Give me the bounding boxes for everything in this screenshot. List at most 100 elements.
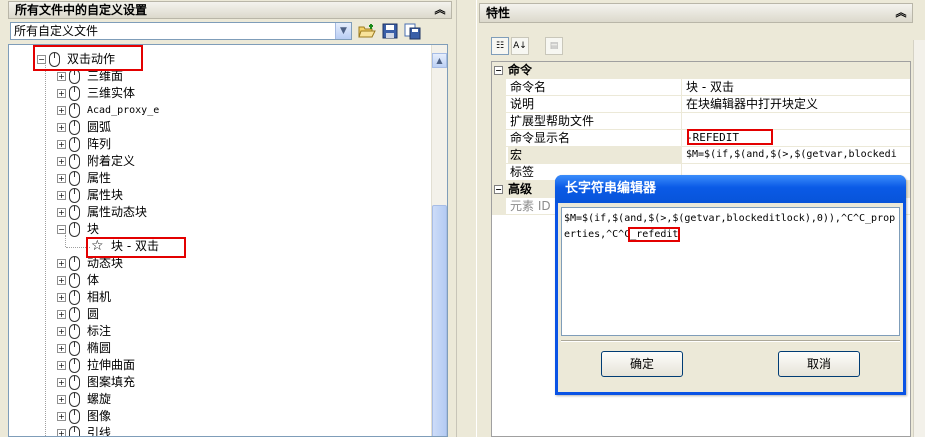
mouse-icon [69, 426, 80, 436]
mouse-icon [69, 324, 80, 339]
mouse-icon [69, 392, 80, 407]
scroll-up-icon[interactable]: ▲ [432, 53, 447, 68]
expand-icon[interactable]: + [57, 344, 66, 353]
tree-node-label: 圆 [87, 307, 100, 321]
panel-splitter[interactable] [456, 0, 476, 437]
tree-node-label: 属性动态块 [87, 205, 148, 219]
collapse-chevron-icon[interactable]: ︽ [433, 3, 447, 17]
property-key: 说明 [508, 96, 682, 113]
properties-title: 特性 [486, 6, 511, 20]
customization-file-select[interactable]: 所有自定义文件 ▼ [10, 22, 352, 40]
customization-tree[interactable]: − 双击动作 + 三维面 + 三维实体 + Acad_proxy_e + 圆弧 + 阵列 … [8, 44, 448, 437]
tree-scrollbar[interactable]: ▲ [431, 45, 447, 436]
macro-highlight-text: _refedit [628, 227, 681, 242]
expand-icon[interactable]: + [57, 259, 66, 268]
mouse-icon [69, 341, 80, 356]
property-pages-icon[interactable]: ▤ [545, 37, 563, 55]
macro-text: $M=$(if,$(and,$(>,$(getvar,blockeditlock… [564, 213, 896, 240]
expand-icon[interactable]: + [57, 310, 66, 319]
tree-node-label: 阵列 [87, 137, 112, 151]
highlight-box [687, 129, 773, 145]
mouse-icon [69, 137, 80, 152]
mouse-icon [69, 256, 80, 271]
expand-icon[interactable]: + [57, 208, 66, 217]
customizations-title: 所有文件中的自定义设置 [15, 3, 148, 17]
tree-node-label: 圆弧 [87, 120, 112, 134]
category-label: 命令 [508, 63, 533, 77]
tree-node-label: Acad_proxy_e [87, 105, 160, 116]
property-value[interactable]: 在块编辑器中打开块定义 [683, 96, 910, 113]
property-value[interactable]: $M=$(if,$(and,$(>,$(getvar,blockedi [683, 147, 910, 164]
property-key: 扩展型帮助文件 [508, 113, 682, 130]
mouse-icon [69, 409, 80, 424]
expand-icon[interactable]: + [57, 395, 66, 404]
save-icon[interactable] [381, 22, 399, 40]
mouse-icon [69, 375, 80, 390]
properties-scrollbar[interactable] [913, 40, 925, 437]
mouse-icon [69, 120, 80, 135]
property-value[interactable] [683, 113, 910, 130]
dialog-title: 长字符串编辑器 [565, 181, 657, 196]
mouse-icon [69, 273, 80, 288]
expand-icon[interactable]: + [57, 378, 66, 387]
expand-icon[interactable]: + [57, 72, 66, 81]
tree-node-label: 标注 [87, 324, 112, 338]
category-label: 高级 [508, 182, 533, 196]
tree-node-label: 体 [87, 273, 100, 287]
sort-az-icon[interactable]: A↓ [511, 37, 529, 55]
property-row[interactable]: 命令名块 - 双击 [492, 79, 910, 96]
property-row[interactable]: 说明 在块编辑器中打开块定义 [492, 96, 910, 113]
property-key: 命令显示名 [508, 130, 682, 147]
scroll-thumb[interactable] [432, 205, 447, 436]
expand-icon[interactable]: + [57, 429, 66, 436]
dialog-titlebar[interactable]: 长字符串编辑器 [555, 175, 906, 203]
collapse-icon[interactable]: − [494, 66, 503, 75]
mouse-icon [69, 307, 80, 322]
expand-icon[interactable]: + [57, 123, 66, 132]
mouse-icon [69, 222, 80, 237]
expand-icon[interactable]: + [57, 327, 66, 336]
mouse-icon [69, 86, 80, 101]
categorized-icon[interactable]: ☷ [491, 37, 509, 55]
chevron-down-icon[interactable]: ▼ [335, 23, 351, 39]
expand-icon[interactable]: + [57, 174, 66, 183]
string-editor-textarea[interactable]: $M=$(if,$(and,$(>,$(getvar,blockeditlock… [561, 207, 900, 336]
customizations-header: 所有文件中的自定义设置 ︽ [8, 1, 452, 19]
expand-icon[interactable]: + [57, 106, 66, 115]
properties-toolbar: ☷ A↓ ▤ [491, 37, 581, 57]
category-command[interactable]: − 命令 [492, 62, 910, 79]
tree-node-label: 椭圆 [87, 341, 112, 355]
cancel-button[interactable]: 取消 [778, 351, 860, 377]
highlight-box [33, 45, 143, 71]
ok-button[interactable]: 确定 [601, 351, 683, 377]
mouse-icon [69, 69, 80, 84]
expand-icon[interactable]: + [57, 140, 66, 149]
property-value[interactable]: 块 - 双击 [683, 79, 910, 96]
tree-node-label: 属性 [87, 171, 112, 185]
properties-header: 特性 ︽ [479, 3, 913, 23]
expand-icon[interactable]: + [57, 293, 66, 302]
customizations-panel: 所有文件中的自定义设置 ︽ 所有自定义文件 ▼ − 双击动作 + 三维面 + 三维实… [0, 0, 456, 437]
expand-icon[interactable]: + [57, 276, 66, 285]
collapse-icon[interactable]: − [57, 225, 66, 234]
expand-icon[interactable]: + [57, 361, 66, 370]
expand-icon[interactable]: + [57, 157, 66, 166]
mouse-icon [69, 188, 80, 203]
transfer-icon[interactable] [403, 22, 421, 40]
highlight-box [86, 237, 186, 258]
mouse-icon [69, 358, 80, 373]
property-row-macro[interactable]: 宏 $M=$(if,$(and,$(>,$(getvar,blockedi [492, 147, 910, 164]
property-row[interactable]: 扩展型帮助文件 [492, 113, 910, 130]
mouse-icon [69, 171, 80, 186]
tree-node-label: 图像 [87, 409, 112, 423]
expand-icon[interactable]: + [57, 412, 66, 421]
dialog-divider [561, 340, 900, 342]
tree-node-label: 属性块 [87, 188, 124, 202]
expand-icon[interactable]: + [57, 191, 66, 200]
tree-node-label: 附着定义 [87, 154, 136, 168]
collapse-icon[interactable]: − [494, 185, 503, 194]
open-folder-icon[interactable] [358, 22, 376, 40]
collapse-chevron-icon[interactable]: ︽ [894, 6, 908, 20]
tree-node-label: 引线 [87, 426, 112, 437]
expand-icon[interactable]: + [57, 89, 66, 98]
